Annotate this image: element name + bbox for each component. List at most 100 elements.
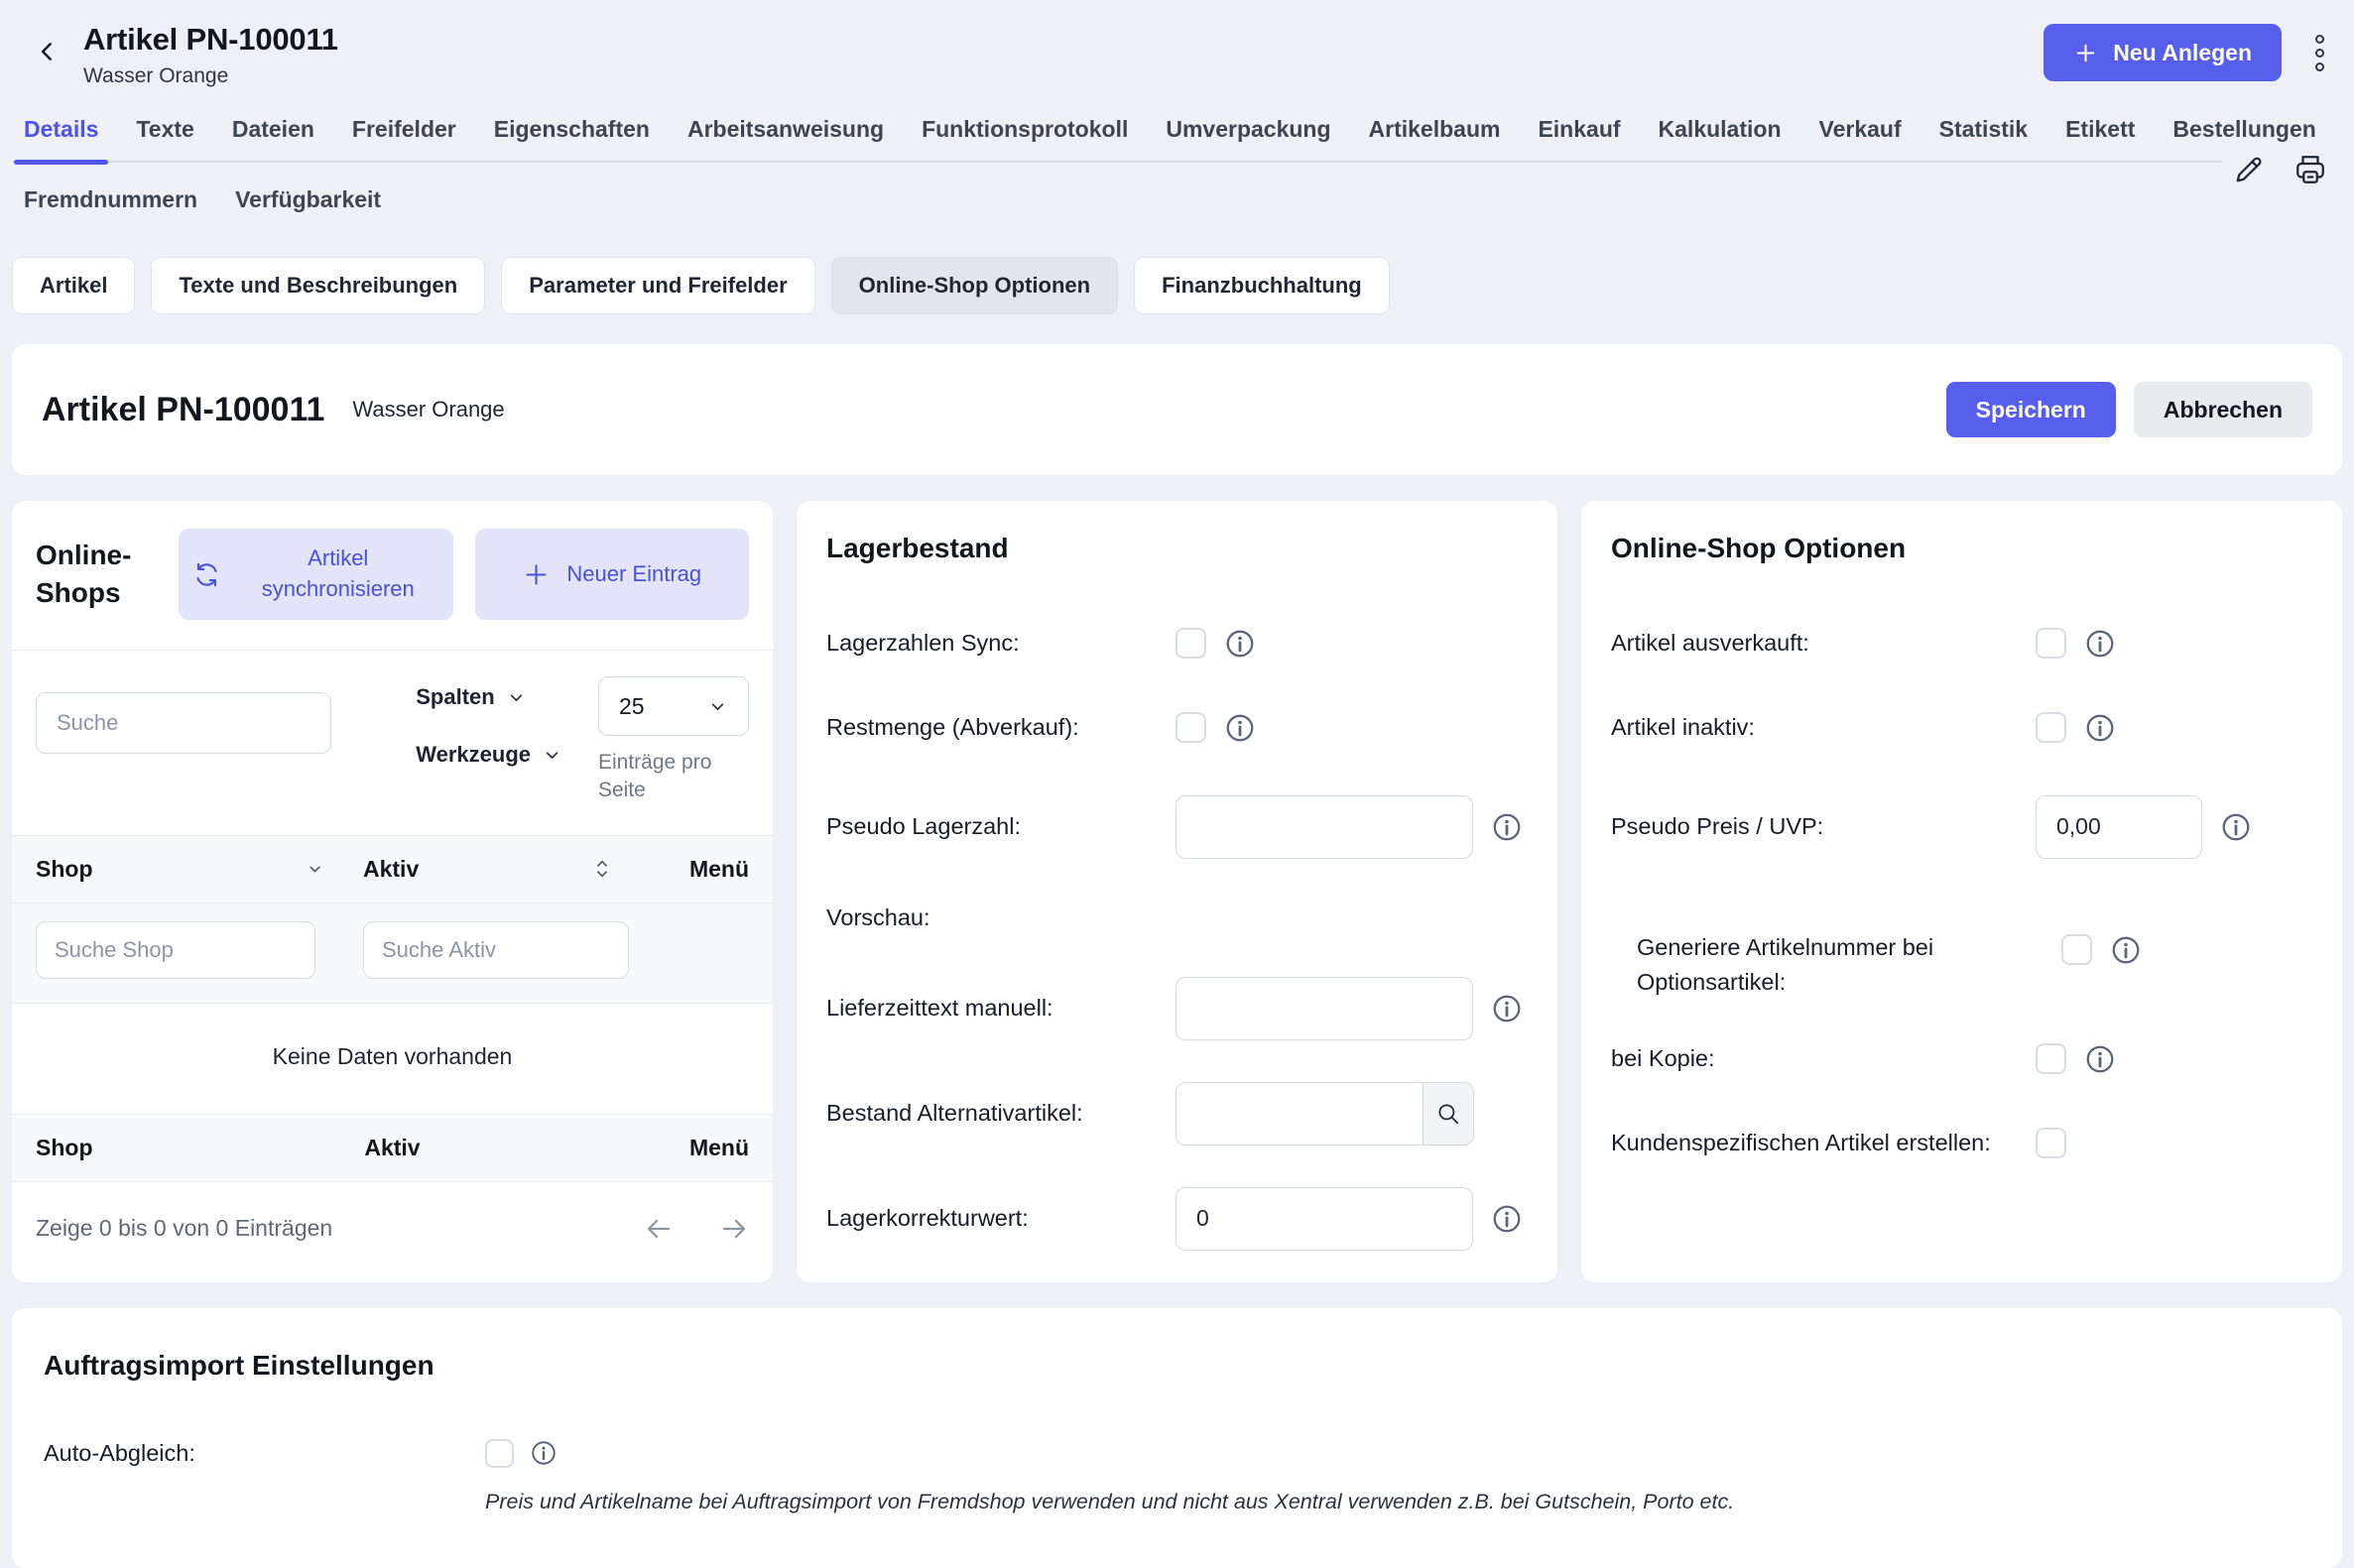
lagerzahlen-sync-checkbox[interactable] [1176, 628, 1206, 659]
tab-artikelbaum[interactable]: Artikelbaum [1369, 110, 1501, 163]
printer-icon[interactable] [2292, 152, 2328, 187]
field-vorschau: Vorschau: [826, 901, 1528, 935]
info-icon[interactable] [530, 1439, 558, 1467]
pseudo-preis-input[interactable] [2036, 795, 2202, 859]
field-label: Vorschau: [826, 901, 1176, 935]
pill-artikel[interactable]: Artikel [12, 257, 135, 314]
page-title: Artikel PN-100011 [83, 22, 338, 58]
field-label: Pseudo Preis / UVP: [1611, 809, 2036, 844]
tab-umverpackung[interactable]: Umverpackung [1166, 110, 1330, 163]
tab-details[interactable]: Details [24, 110, 98, 163]
bestand-alternativartikel-input[interactable] [1176, 1082, 1424, 1146]
lagerkorrekturwert-input[interactable] [1176, 1187, 1473, 1251]
pseudo-lagerzahl-input[interactable] [1176, 795, 1473, 859]
shops-table-header: Shop Aktiv Menü [12, 835, 773, 904]
artikel-ausverkauft-checkbox[interactable] [2036, 628, 2066, 659]
magnifier-icon[interactable] [1423, 1082, 1474, 1146]
filter-aktiv-input[interactable] [363, 921, 629, 979]
info-icon[interactable] [2220, 811, 2252, 843]
tab-freifelder[interactable]: Freifelder [352, 110, 456, 163]
auto-abgleich-hint: Preis und Artikelname bei Auftragsimport… [485, 1490, 2310, 1514]
field-label: Artikel inaktiv: [1611, 710, 2036, 745]
generiere-artikelnummer-checkbox[interactable] [2061, 934, 2092, 965]
page-header: Artikel PN-100011 Wasser Orange Neu Anle… [0, 0, 2354, 88]
field-label: Auto-Abgleich: [44, 1440, 485, 1467]
tab-eigenschaften[interactable]: Eigenschaften [494, 110, 650, 163]
cancel-button[interactable]: Abbrechen [2134, 382, 2312, 437]
auto-abgleich-checkbox[interactable] [485, 1439, 514, 1468]
pill-online-shop-optionen[interactable]: Online-Shop Optionen [831, 257, 1118, 314]
kundenspezifisch-checkbox[interactable] [2036, 1128, 2066, 1158]
pill-parameter-und-freifelder[interactable]: Parameter und Freifelder [501, 257, 814, 314]
page-size-caption: Einträge pro Seite [598, 749, 749, 805]
field-lagerzahlen-sync: Lagerzahlen Sync: [826, 626, 1528, 661]
pill-texte-und-beschreibungen[interactable]: Texte und Beschreibungen [151, 257, 485, 314]
page-size-select[interactable]: 25 [598, 676, 749, 736]
chevron-down-icon [707, 696, 728, 717]
restmenge-checkbox[interactable] [1176, 712, 1206, 743]
sync-articles-button[interactable]: Artikel synchronisieren [179, 529, 453, 620]
field-bestand-alternativartikel: Bestand Alternativartikel: [826, 1082, 1528, 1146]
info-icon[interactable] [2110, 934, 2142, 966]
info-icon[interactable] [1224, 628, 1256, 660]
info-icon[interactable] [1491, 993, 1523, 1025]
more-menu-icon[interactable] [2311, 29, 2328, 77]
search-input[interactable] [36, 692, 331, 754]
new-entry-button[interactable]: Neuer Eintrag [475, 529, 750, 620]
lieferzeittext-input[interactable] [1176, 977, 1473, 1040]
column-header-shop[interactable]: Shop [36, 856, 363, 883]
artikel-inaktiv-checkbox[interactable] [2036, 712, 2066, 743]
field-bei-kopie: bei Kopie: [1611, 1041, 2312, 1076]
new-create-button[interactable]: Neu Anlegen [2044, 24, 2282, 81]
chevron-down-icon [506, 687, 527, 708]
section-pills: Artikel Texte und Beschreibungen Paramet… [12, 257, 2342, 314]
tab-etikett[interactable]: Etikett [2065, 110, 2135, 163]
info-icon[interactable] [1491, 811, 1523, 843]
tab-verfuegbarkeit[interactable]: Verfügbarkeit [235, 181, 381, 221]
bei-kopie-checkbox[interactable] [2036, 1043, 2066, 1074]
column-header-menu: Menü [651, 856, 749, 883]
tab-funktionsprotokoll[interactable]: Funktionsprotokoll [922, 110, 1128, 163]
pill-finanzbuchhaltung[interactable]: Finanzbuchhaltung [1134, 257, 1390, 314]
footer-header-menu: Menü [511, 1135, 749, 1161]
lagerbestand-panel: Lagerbestand Lagerzahlen Sync: Restmenge… [797, 501, 1557, 1282]
field-auto-abgleich: Auto-Abgleich: [44, 1439, 2310, 1468]
page-subtitle: Wasser Orange [83, 64, 338, 88]
tab-fremdnummern[interactable]: Fremdnummern [24, 181, 197, 221]
field-pseudo-lagerzahl: Pseudo Lagerzahl: [826, 795, 1528, 859]
info-icon[interactable] [1224, 712, 1256, 744]
info-icon[interactable] [1491, 1203, 1523, 1235]
field-restmenge: Restmenge (Abverkauf): [826, 710, 1528, 745]
pencil-icon[interactable] [2231, 152, 2267, 187]
tools-dropdown[interactable]: Werkzeuge [416, 742, 562, 768]
field-label: Generiere Artikelnummer bei Optionsartik… [1637, 930, 2061, 1001]
tab-texte[interactable]: Texte [136, 110, 193, 163]
next-page-icon[interactable] [719, 1214, 749, 1244]
field-label: Lieferzeittext manuell: [826, 991, 1176, 1025]
tab-arbeitsanweisung[interactable]: Arbeitsanweisung [687, 110, 884, 163]
info-icon[interactable] [2084, 628, 2116, 660]
back-button[interactable] [26, 30, 69, 73]
shop-options-panel: Online-Shop Optionen Artikel ausverkauft… [1581, 501, 2342, 1282]
shops-table-filter-row [12, 904, 773, 1004]
info-icon[interactable] [2084, 1043, 2116, 1075]
tab-statistik[interactable]: Statistik [1939, 110, 2028, 163]
tab-kalkulation[interactable]: Kalkulation [1659, 110, 1782, 163]
field-pseudo-preis: Pseudo Preis / UVP: [1611, 795, 2312, 859]
save-button[interactable]: Speichern [1946, 382, 2116, 437]
field-label: Pseudo Lagerzahl: [826, 809, 1176, 844]
filter-shop-input[interactable] [36, 921, 315, 979]
empty-state-text: Keine Daten vorhanden [12, 1004, 773, 1114]
tab-einkauf[interactable]: Einkauf [1538, 110, 1620, 163]
shop-options-title: Online-Shop Optionen [1611, 533, 2312, 564]
chevron-left-icon [35, 39, 61, 64]
column-header-aktiv[interactable]: Aktiv [363, 856, 651, 883]
previous-page-icon[interactable] [644, 1214, 674, 1244]
columns-dropdown[interactable]: Spalten [416, 684, 562, 710]
tab-dateien[interactable]: Dateien [232, 110, 314, 163]
tab-bar: Details Texte Dateien Freifelder Eigensc… [0, 110, 2354, 221]
field-lagerkorrekturwert: Lagerkorrekturwert: [826, 1187, 1528, 1251]
tab-verkauf[interactable]: Verkauf [1819, 110, 1902, 163]
field-label: Kundenspezifischen Artikel erstellen: [1611, 1126, 2036, 1160]
info-icon[interactable] [2084, 712, 2116, 744]
